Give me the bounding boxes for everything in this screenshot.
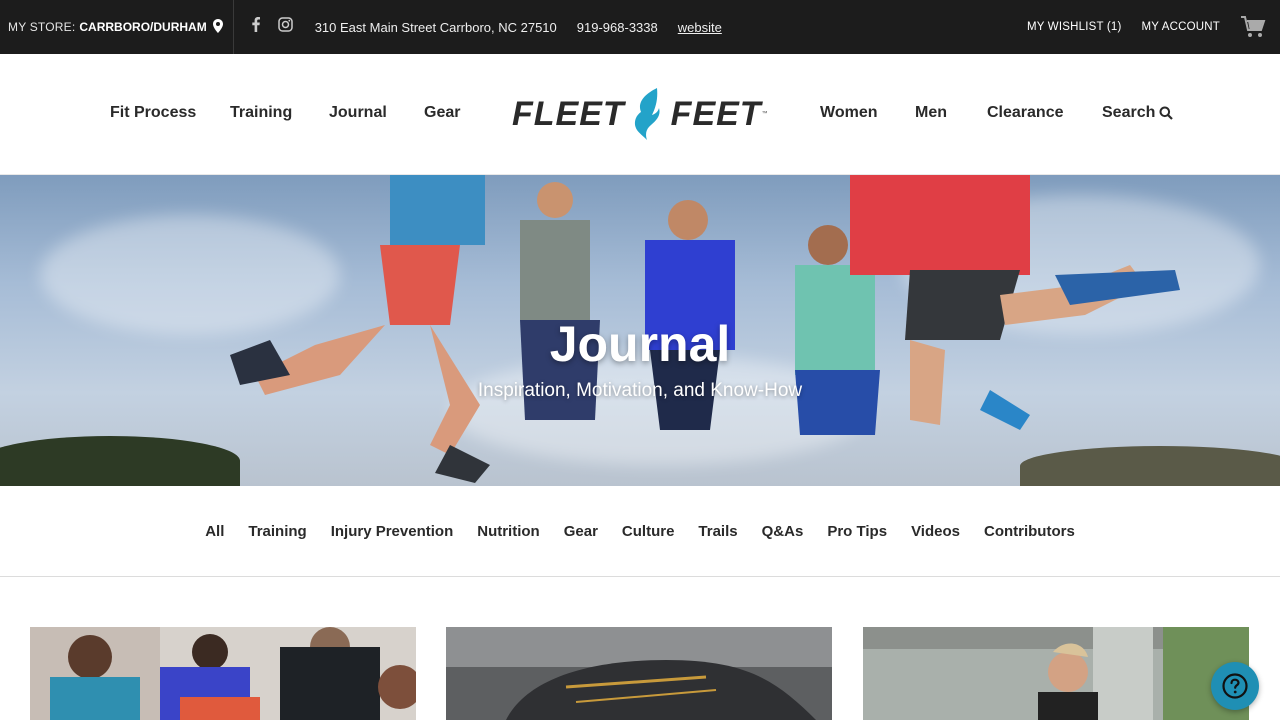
map-pin-icon	[212, 18, 223, 36]
nav-journal[interactable]: Journal	[329, 104, 387, 122]
nav-gear[interactable]: Gear	[424, 104, 460, 122]
utility-bar: MY STORE: CARRBORO/DURHAM 310 East Main …	[0, 0, 1280, 54]
store-phone[interactable]: 919-968-3338	[577, 20, 658, 35]
nav-training[interactable]: Training	[230, 104, 292, 122]
account-links: MY WISHLIST (1) MY ACCOUNT	[1007, 15, 1280, 39]
article-card-1-image[interactable]	[30, 627, 416, 720]
nav-search[interactable]: Search	[1102, 104, 1174, 122]
article-card-2-image[interactable]	[446, 627, 832, 720]
main-navigation: Fit Process Training Journal Gear FLEET …	[0, 54, 1280, 175]
search-icon	[1159, 106, 1174, 120]
store-address: 310 East Main Street Carrboro, NC 27510	[314, 19, 557, 35]
my-store[interactable]: MY STORE: CARRBORO/DURHAM	[0, 0, 234, 54]
nav-men[interactable]: Men	[915, 104, 947, 122]
store-info: 310 East Main Street Carrboro, NC 27510 …	[315, 20, 742, 35]
nav-women[interactable]: Women	[820, 104, 877, 122]
nav-search-label: Search	[1102, 104, 1156, 121]
hero-banner: Journal Inspiration, Motivation, and Kno…	[0, 175, 1280, 486]
category-all[interactable]: All	[205, 523, 224, 540]
hero-title: Journal	[549, 316, 731, 372]
shopping-cart-icon[interactable]	[1240, 15, 1266, 39]
hero-subtitle: Inspiration, Motivation, and Know-How	[477, 380, 803, 401]
category-pro-tips[interactable]: Pro Tips	[827, 523, 887, 540]
help-button[interactable]	[1211, 662, 1259, 710]
category-nutrition[interactable]: Nutrition	[477, 523, 539, 540]
fleet-feet-logo[interactable]: FLEET FEET ™	[512, 86, 768, 142]
category-training[interactable]: Training	[248, 523, 306, 540]
category-gear[interactable]: Gear	[564, 523, 598, 540]
wishlist-link[interactable]: MY WISHLIST (1)	[1027, 21, 1122, 33]
category-contributors[interactable]: Contributors	[984, 523, 1075, 540]
instagram-icon[interactable]	[277, 17, 293, 37]
logo-word-right: FEET	[670, 94, 762, 133]
logo-trademark: ™	[761, 111, 768, 117]
logo-flame-icon	[634, 88, 660, 140]
category-videos[interactable]: Videos	[911, 523, 960, 540]
help-icon	[1222, 673, 1248, 699]
nav-clearance[interactable]: Clearance	[987, 104, 1064, 122]
category-culture[interactable]: Culture	[622, 523, 675, 540]
category-filter-bar: All Training Injury Prevention Nutrition…	[0, 486, 1280, 577]
facebook-icon[interactable]	[252, 17, 260, 37]
store-name[interactable]: CARRBORO/DURHAM	[79, 20, 206, 34]
article-card-3-image[interactable]	[863, 627, 1249, 720]
category-trails[interactable]: Trails	[698, 523, 737, 540]
logo-word-left: FLEET	[512, 94, 625, 133]
account-link[interactable]: MY ACCOUNT	[1142, 21, 1220, 33]
category-injury-prevention[interactable]: Injury Prevention	[331, 523, 454, 540]
social-links	[252, 17, 293, 37]
nav-fit-process[interactable]: Fit Process	[110, 104, 196, 122]
store-website-link[interactable]: website	[678, 20, 722, 35]
category-qas[interactable]: Q&As	[762, 523, 804, 540]
store-label: MY STORE:	[8, 20, 76, 34]
